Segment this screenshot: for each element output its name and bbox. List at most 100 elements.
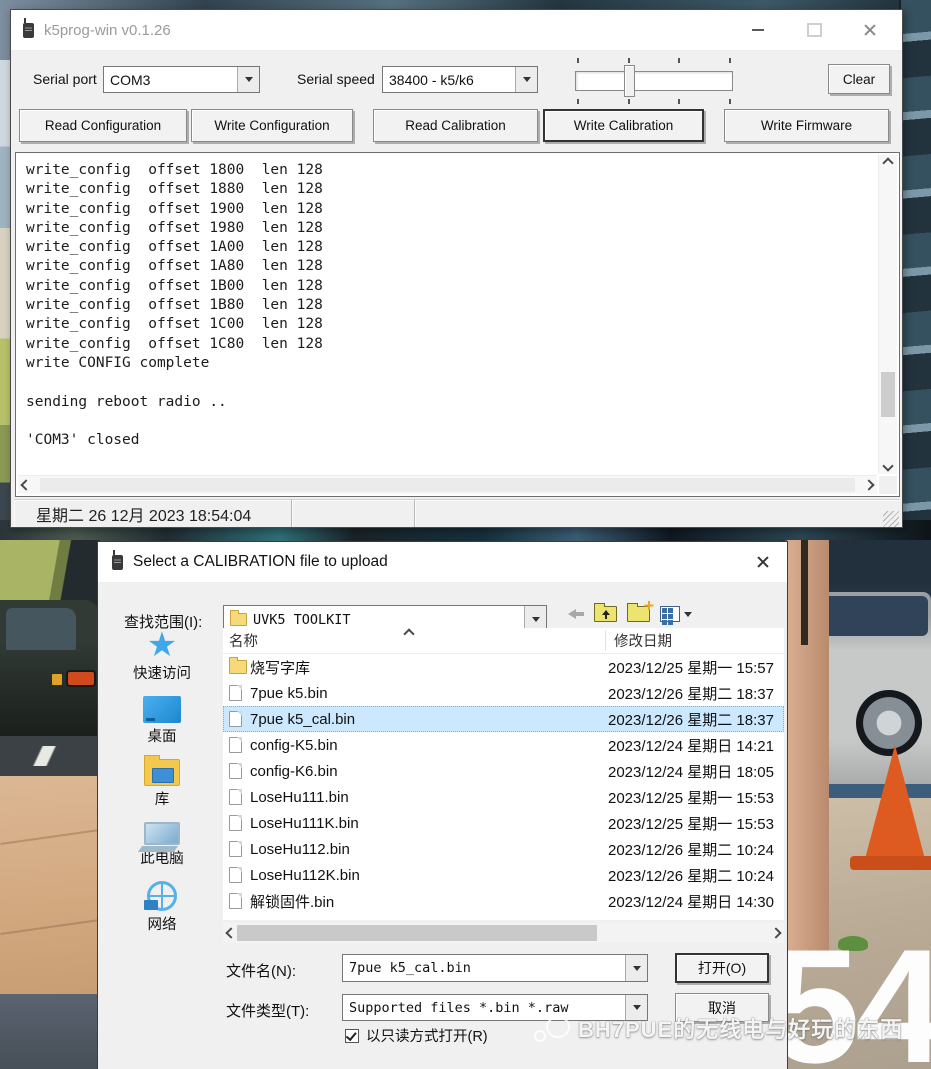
date-column-header[interactable]: 修改日期 bbox=[606, 630, 784, 651]
serial-speed-value: 38400 - k5/k6 bbox=[383, 72, 515, 88]
dialog-title: Select a CALIBRATION file to upload bbox=[133, 553, 388, 571]
scroll-up-button[interactable] bbox=[879, 155, 897, 171]
sidebar-item-libraries[interactable]: 库 bbox=[144, 759, 180, 809]
dialog-close-button[interactable] bbox=[749, 549, 777, 575]
file-row[interactable]: config-K5.bin 2023/12/24 星期日 14:21 bbox=[223, 732, 784, 758]
chevron-down-icon bbox=[523, 77, 531, 82]
file-icon bbox=[229, 893, 242, 909]
minimize-button[interactable] bbox=[730, 10, 786, 50]
traffic-cone bbox=[864, 745, 926, 863]
open-button[interactable]: 打开(O) bbox=[675, 953, 769, 983]
view-menu-button[interactable] bbox=[660, 606, 692, 622]
slider-ticks-top bbox=[577, 58, 731, 63]
status-datetime: 星期二 26 12月 2023 18:54:04 bbox=[36, 502, 251, 526]
dialog-titlebar[interactable]: Select a CALIBRATION file to upload bbox=[98, 542, 787, 582]
car-window bbox=[6, 608, 76, 650]
write-firmware-button[interactable]: Write Firmware bbox=[724, 109, 889, 142]
file-icon bbox=[229, 763, 242, 779]
chevron-down-icon bbox=[532, 617, 540, 622]
file-row[interactable]: 解锁固件.bin 2023/12/24 星期日 14:30 bbox=[223, 888, 784, 914]
read-configuration-button[interactable]: Read Configuration bbox=[19, 109, 187, 142]
serial-port-combobox[interactable]: COM3 bbox=[103, 66, 260, 93]
chevron-up-icon bbox=[882, 157, 893, 168]
vertical-scroll-thumb[interactable] bbox=[881, 372, 895, 417]
sidebar-item-network[interactable]: 网络 bbox=[147, 881, 177, 934]
car-turn-signal bbox=[52, 674, 62, 685]
clear-button[interactable]: Clear bbox=[828, 64, 890, 94]
checkbox-box[interactable] bbox=[345, 1029, 359, 1043]
file-date: 2023/12/25 星期一 15:53 bbox=[600, 787, 784, 808]
scroll-right-button[interactable] bbox=[861, 476, 877, 494]
close-button[interactable] bbox=[842, 10, 898, 50]
scroll-left-button[interactable] bbox=[18, 476, 34, 494]
file-icon bbox=[229, 737, 242, 753]
new-folder-button[interactable] bbox=[627, 606, 650, 622]
serial-speed-dropdown-button[interactable] bbox=[515, 67, 537, 92]
scroll-down-button[interactable] bbox=[879, 458, 897, 474]
file-row-selected[interactable]: 7pue k5_cal.bin 2023/12/26 星期二 18:37 bbox=[223, 706, 784, 732]
file-name: 7pue k5_cal.bin bbox=[250, 711, 600, 728]
folder-icon bbox=[230, 613, 247, 626]
file-name-value: 7pue k5_cal.bin bbox=[343, 960, 625, 976]
serial-speed-combobox[interactable]: 38400 - k5/k6 bbox=[382, 66, 538, 93]
file-row[interactable]: LoseHu111.bin 2023/12/25 星期一 15:53 bbox=[223, 784, 784, 810]
serial-port-dropdown-button[interactable] bbox=[237, 67, 259, 92]
read-only-checkbox[interactable]: 以只读方式打开(R) bbox=[345, 1025, 488, 1046]
chevron-down-icon bbox=[245, 77, 253, 82]
write-configuration-button[interactable]: Write Configuration bbox=[191, 109, 353, 142]
close-icon bbox=[863, 23, 877, 37]
sidebar-item-desktop[interactable]: 桌面 bbox=[143, 696, 181, 746]
sparkle-icon bbox=[644, 601, 653, 610]
file-list: 名称 修改日期 烧写字库 2023/12/25 星期一 15:57 7pue k… bbox=[223, 628, 784, 920]
chevron-left-icon bbox=[225, 927, 236, 938]
file-date: 2023/12/26 星期二 18:37 bbox=[600, 709, 784, 730]
list-horizontal-scrollbar[interactable] bbox=[223, 923, 784, 943]
background-left-street bbox=[0, 540, 100, 1069]
horizontal-scroll-thumb[interactable] bbox=[40, 478, 855, 492]
watermark: BH7PUE的无线电与好玩的东西 bbox=[534, 1012, 903, 1044]
background-road-bottom bbox=[0, 994, 100, 1069]
speed-slider[interactable] bbox=[575, 58, 733, 104]
file-name-combobox[interactable]: 7pue k5_cal.bin bbox=[342, 954, 648, 982]
read-calibration-button[interactable]: Read Calibration bbox=[373, 109, 538, 142]
file-row[interactable]: config-K6.bin 2023/12/24 星期日 18:05 bbox=[223, 758, 784, 784]
sidebar-item-quick-access[interactable]: ★ 快速访问 bbox=[133, 630, 191, 683]
resize-grip[interactable] bbox=[883, 511, 899, 527]
list-header: 名称 修改日期 bbox=[223, 628, 784, 654]
libraries-icon bbox=[144, 759, 180, 786]
read-only-label: 以只读方式打开(R) bbox=[366, 1025, 488, 1046]
chevron-left-icon bbox=[20, 479, 31, 490]
file-name: 7pue k5.bin bbox=[250, 685, 600, 702]
file-date: 2023/12/26 星期二 18:37 bbox=[600, 683, 784, 704]
file-icon bbox=[229, 711, 242, 727]
slider-track[interactable] bbox=[575, 71, 733, 91]
log-horizontal-scrollbar[interactable] bbox=[18, 475, 877, 494]
file-rows: 烧写字库 2023/12/25 星期一 15:57 7pue k5.bin 20… bbox=[223, 654, 784, 914]
horizontal-scroll-thumb[interactable] bbox=[237, 925, 597, 941]
write-calibration-button[interactable]: Write Calibration bbox=[543, 109, 704, 142]
file-name-dropdown-button[interactable] bbox=[625, 955, 647, 981]
dialog-toolbar bbox=[568, 606, 692, 622]
app-radio-icon bbox=[23, 23, 34, 38]
file-row[interactable]: LoseHu111K.bin 2023/12/25 星期一 15:53 bbox=[223, 810, 784, 836]
pavement-seam bbox=[0, 919, 99, 935]
chevron-down-icon bbox=[684, 612, 692, 617]
slider-thumb[interactable] bbox=[624, 65, 635, 97]
file-row[interactable]: 7pue k5.bin 2023/12/26 星期二 18:37 bbox=[223, 680, 784, 706]
maximize-button[interactable] bbox=[786, 10, 842, 50]
desktop-icon bbox=[143, 696, 181, 723]
file-name: LoseHu111K.bin bbox=[250, 815, 600, 832]
sidebar-item-this-pc[interactable]: 此电脑 bbox=[140, 822, 184, 868]
scroll-right-button[interactable] bbox=[768, 923, 784, 943]
log-vertical-scrollbar[interactable] bbox=[878, 155, 897, 474]
minimize-icon bbox=[752, 29, 764, 31]
file-date: 2023/12/25 星期一 15:53 bbox=[600, 813, 784, 834]
titlebar[interactable]: k5prog-win v0.1.26 bbox=[11, 10, 902, 51]
file-row[interactable]: 烧写字库 2023/12/25 星期一 15:57 bbox=[223, 654, 784, 680]
file-row[interactable]: LoseHu112.bin 2023/12/26 星期二 10:24 bbox=[223, 836, 784, 862]
back-button[interactable] bbox=[568, 609, 584, 619]
file-name: LoseHu111.bin bbox=[250, 789, 600, 806]
up-one-level-button[interactable] bbox=[594, 606, 617, 622]
file-row[interactable]: LoseHu112K.bin 2023/12/26 星期二 10:24 bbox=[223, 862, 784, 888]
background-road bbox=[0, 736, 100, 776]
